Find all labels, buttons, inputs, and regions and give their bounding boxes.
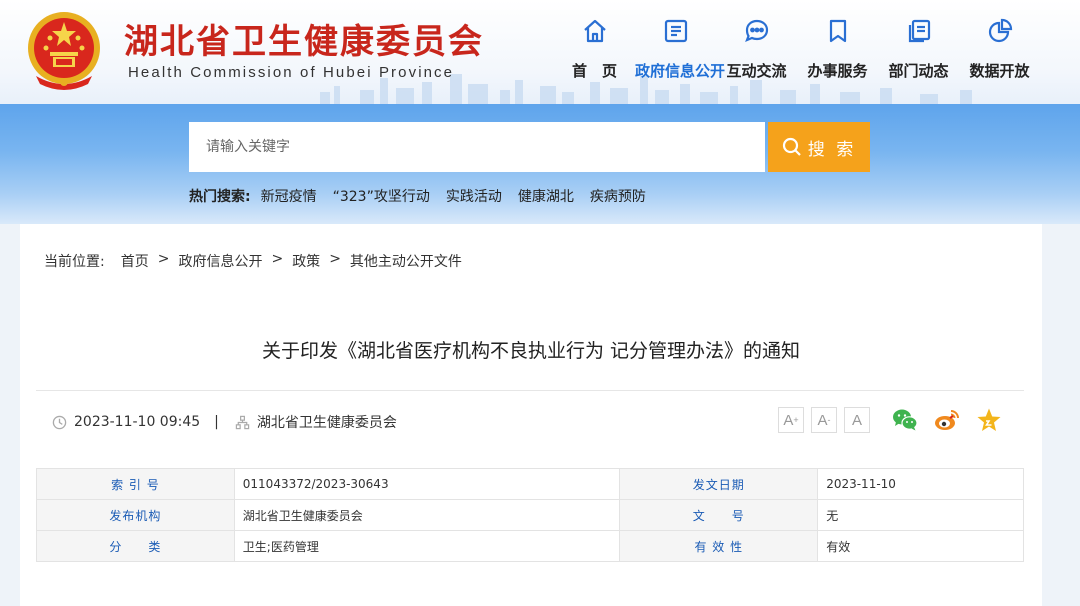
home-icon	[583, 19, 606, 43]
table-row: 分 类 卫生;医药管理 有 效 性 有效	[36, 530, 1024, 562]
font-larger-button[interactable]: A +	[778, 407, 804, 433]
info-value: 有效	[817, 530, 1024, 562]
main-nav: 首 页 政府信息公开 互动交流 办事服务 部门动态 数据开放	[554, 14, 1040, 81]
info-label: 发文日期	[619, 468, 819, 500]
clock-icon	[52, 415, 67, 429]
article-source: 湖北省卫生健康委员会	[256, 415, 397, 431]
hot-searches: 热门搜索: 新冠疫情 “323”攻坚行动 实践活动 健康湖北 疾病预防	[189, 186, 662, 206]
site-header: 湖北省卫生健康委员会 Health Commission of Hubei Pr…	[0, 0, 1080, 104]
pie-chart-icon	[988, 18, 1012, 43]
font-normal-label: A	[851, 411, 862, 429]
search-icon	[782, 137, 801, 156]
info-label: 有 效 性	[619, 530, 819, 562]
site-subtitle: Health Commission of Hubei Province	[128, 64, 455, 81]
breadcrumb-link[interactable]: 首页	[121, 251, 149, 271]
publish-datetime: 2023-11-10 09:45	[74, 414, 201, 430]
breadcrumb-link[interactable]: 政策	[292, 251, 320, 271]
weibo-icon[interactable]	[933, 407, 961, 433]
search-input[interactable]	[189, 122, 765, 172]
search-button[interactable]: 搜 索	[768, 122, 870, 172]
nav-item-interaction[interactable]: 互动交流	[716, 14, 797, 81]
nav-label: 数据开放	[969, 62, 1030, 80]
breadcrumb-separator: >	[271, 251, 284, 267]
plus-sign: +	[793, 415, 799, 425]
chat-bubble-icon	[744, 19, 768, 42]
nav-label: 政府信息公开	[635, 62, 726, 80]
font-normal-button[interactable]: A	[844, 407, 870, 433]
nav-item-gov-info[interactable]: 政府信息公开	[635, 14, 726, 81]
bookmark-icon	[829, 19, 846, 43]
info-value: 011043372/2023-30643	[233, 468, 621, 500]
hot-search-link[interactable]: 健康湖北	[518, 186, 574, 206]
hot-searches-title: 热门搜索:	[189, 189, 251, 205]
info-label: 分 类	[36, 530, 235, 562]
font-smaller-label: A	[817, 411, 828, 429]
favorite-star-icon[interactable]	[975, 407, 1003, 433]
table-row: 索 引 号 011043372/2023-30643 发文日期 2023-11-…	[36, 468, 1024, 500]
info-label: 发布机构	[36, 499, 235, 531]
nav-label: 互动交流	[726, 62, 787, 80]
info-value: 卫生;医药管理	[233, 530, 621, 562]
info-value: 2023-11-10	[817, 468, 1024, 500]
article-card: 当前位置: 首页 > 政府信息公开 > 政策 > 其他主动公开文件 关于印发《湖…	[20, 224, 1042, 606]
info-value: 湖北省卫生健康委员会	[233, 499, 621, 531]
nav-item-services[interactable]: 办事服务	[797, 14, 878, 81]
table-row: 发布机构 湖北省卫生健康委员会 文 号 无	[36, 499, 1024, 531]
document-info-table: 索 引 号 011043372/2023-30643 发文日期 2023-11-…	[36, 468, 1024, 562]
meta-separator: |	[214, 414, 219, 430]
breadcrumb-separator: >	[329, 251, 341, 267]
nav-label: 部门动态	[888, 62, 949, 80]
hot-search-link[interactable]: “323”攻坚行动	[333, 186, 430, 206]
national-emblem-logo	[28, 12, 100, 90]
article-meta: 2023-11-10 09:45 | 湖北省卫生健康委员会	[52, 412, 397, 432]
breadcrumb-separator: >	[157, 251, 170, 267]
info-value: 无	[817, 499, 1024, 531]
minus-sign: -	[827, 415, 831, 425]
nav-label: 办事服务	[807, 62, 868, 80]
breadcrumb: 当前位置: 首页 > 政府信息公开 > 政策 > 其他主动公开文件	[44, 251, 462, 271]
search-button-label: 搜 索	[807, 139, 857, 160]
nav-item-open-data[interactable]: 数据开放	[959, 14, 1040, 81]
nav-item-dept-news[interactable]: 部门动态	[878, 14, 959, 81]
article-title: 关于印发《湖北省医疗机构不良执业行为 记分管理办法》的通知	[261, 340, 801, 362]
wechat-icon[interactable]	[891, 407, 919, 433]
nav-label: 首 页	[571, 62, 617, 80]
info-label: 索 引 号	[36, 468, 235, 500]
document-list-icon	[664, 19, 687, 43]
documents-icon	[908, 19, 930, 43]
organization-icon	[235, 415, 250, 429]
breadcrumb-link[interactable]: 其他主动公开文件	[350, 251, 462, 271]
hot-search-link[interactable]: 疾病预防	[590, 186, 646, 206]
font-smaller-button[interactable]: A-	[811, 407, 837, 433]
info-label: 文 号	[619, 499, 819, 531]
site-title: 湖北省卫生健康委员会	[124, 22, 484, 62]
nav-item-home[interactable]: 首 页	[554, 14, 635, 81]
breadcrumb-lead: 当前位置:	[44, 254, 105, 270]
font-larger-label: A	[783, 411, 794, 429]
share-buttons	[891, 407, 1003, 433]
font-size-controls: A + A- A	[778, 407, 870, 433]
hot-search-link[interactable]: 实践活动	[446, 186, 502, 206]
hot-search-link[interactable]: 新冠疫情	[261, 186, 317, 206]
breadcrumb-link[interactable]: 政府信息公开	[178, 251, 262, 271]
title-divider	[36, 390, 1024, 391]
